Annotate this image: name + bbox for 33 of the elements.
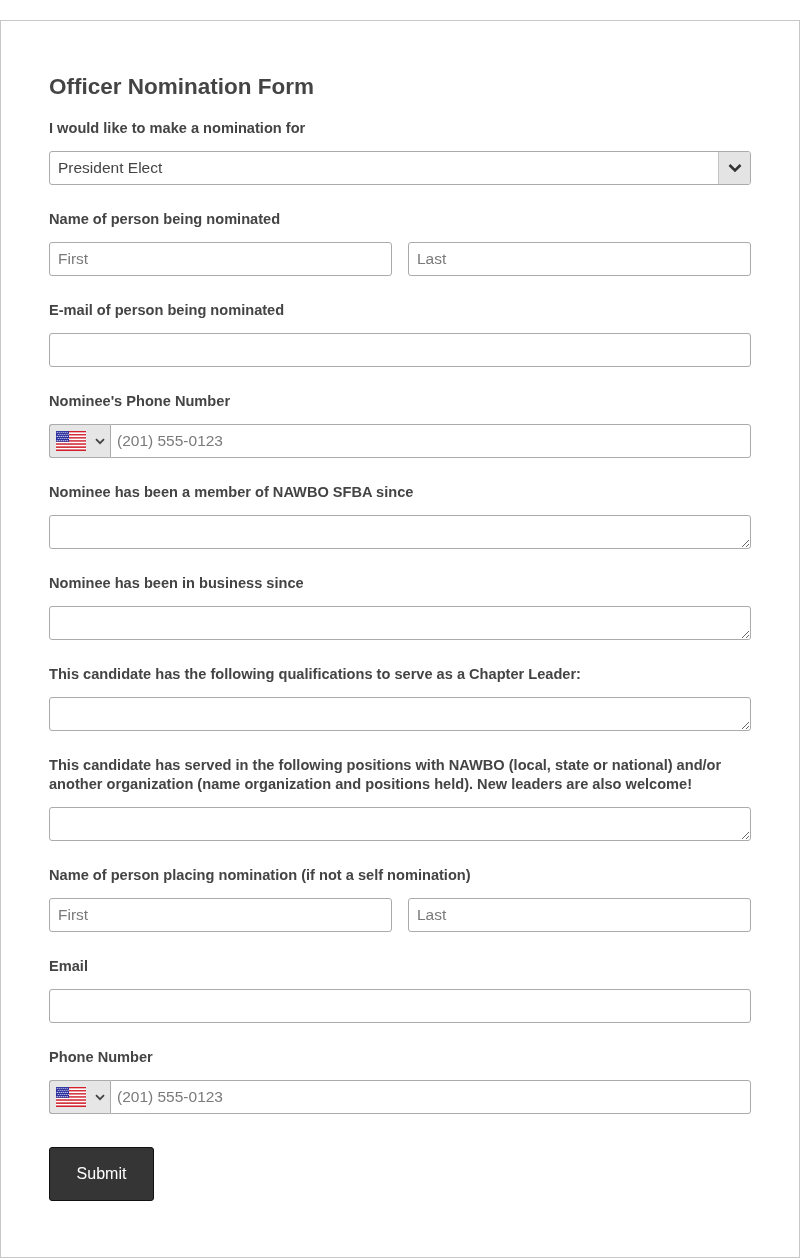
first-name-input[interactable]: First	[49, 898, 392, 932]
field-label: E-mail of person being nominated	[49, 301, 285, 320]
caret-down-icon	[95, 1093, 105, 1101]
phone-input[interactable]: (201) 555-0123	[110, 424, 751, 458]
flag-icon	[56, 431, 86, 451]
last-name-input[interactable]: Last	[408, 242, 751, 276]
text-input[interactable]	[49, 333, 751, 367]
text-input[interactable]	[49, 989, 751, 1023]
field-label: This candidate has the following qualifications to serve as a Chapter Leader:	[49, 665, 581, 684]
text-area[interactable]	[49, 606, 751, 640]
field-label: Nominee has been in business since	[49, 574, 304, 593]
phone-input[interactable]: (201) 555-0123	[110, 1080, 751, 1114]
field-label: Email	[49, 957, 88, 976]
country-picker-button[interactable]	[49, 424, 110, 458]
field-label: Nominee's Phone Number	[49, 392, 231, 411]
text-area[interactable]	[49, 697, 751, 731]
submit-button[interactable]: Submit	[49, 1147, 154, 1201]
text-area[interactable]	[49, 515, 751, 549]
field-label: Name of person being nominated	[49, 210, 281, 229]
last-name-input[interactable]: Last	[408, 898, 751, 932]
chevron-down-icon	[718, 152, 750, 184]
field-label: Name of person placing nomination (if not a self nomination)	[49, 866, 471, 885]
first-name-input[interactable]: First	[49, 242, 392, 276]
flag-icon	[56, 1087, 86, 1107]
field-label: I would like to make a nomination for	[49, 119, 306, 138]
form-title: Officer Nomination Form	[49, 73, 315, 101]
caret-down-icon	[95, 437, 105, 445]
field-label: This candidate has served in the following positions with NAWBO (local, state or national) and/or another organization (name organization and positions held). New leaders are also welcome!	[49, 756, 723, 794]
dropdown-select[interactable]: President Elect	[49, 151, 751, 185]
country-picker-button[interactable]	[49, 1080, 110, 1114]
text-area[interactable]	[49, 807, 751, 841]
field-label: Phone Number	[49, 1048, 153, 1067]
field-label: Nominee has been a member of NAWBO SFBA since	[49, 483, 414, 502]
